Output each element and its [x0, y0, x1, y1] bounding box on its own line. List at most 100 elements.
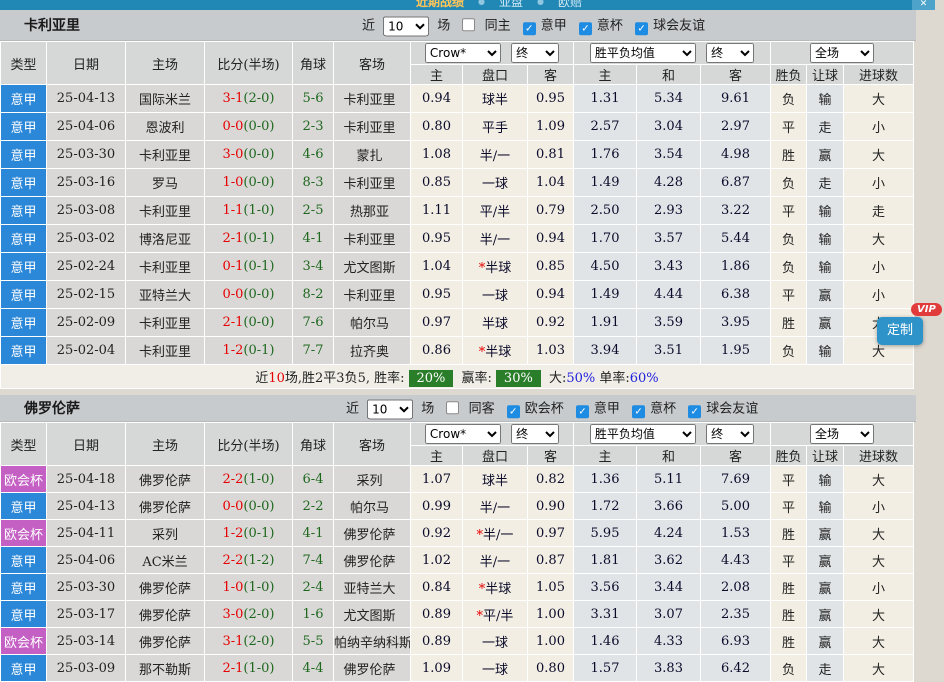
home-team[interactable]: 卡利亚里 [126, 141, 205, 169]
result-goals: 大 [844, 466, 914, 493]
league-checkbox[interactable]: ✓ [632, 405, 645, 418]
home-team[interactable]: 卡利亚里 [126, 197, 205, 225]
tab-euro-odds[interactable]: 欧赔 [558, 0, 582, 10]
recent-games-select[interactable]: 10 [383, 16, 429, 36]
bookmaker-select[interactable]: Crow* [425, 43, 501, 63]
home-team[interactable]: 卡利亚里 [126, 337, 205, 365]
match-date: 25-04-18 [47, 466, 126, 493]
home-team[interactable]: 罗马 [126, 169, 205, 197]
match-row: 意甲 25-04-13 佛罗伦萨 0-0(0-0) 2-2 帕尔马 0.99 半… [1, 493, 914, 520]
euro-odds-home: 1.91 [574, 309, 637, 337]
asian-handicap: 半球 [463, 309, 528, 337]
near-label: 近 [362, 18, 375, 33]
league-checkbox[interactable]: ✓ [507, 405, 520, 418]
away-team[interactable]: 佛罗伦萨 [334, 655, 411, 682]
asian-odds-home: 0.97 [411, 309, 463, 337]
scope-select[interactable]: 全场 [810, 43, 874, 63]
away-team[interactable]: 帕尔马 [334, 493, 411, 520]
tab-asian-handicap[interactable]: 亚盘 [499, 0, 523, 10]
home-team[interactable]: 亚特兰大 [126, 281, 205, 309]
home-team[interactable]: 卡利亚里 [126, 309, 205, 337]
asian-odds-away: 0.80 [528, 655, 574, 682]
home-team[interactable]: 博洛尼亚 [126, 225, 205, 253]
home-team[interactable]: 国际米兰 [126, 85, 205, 113]
euro-odds-away: 2.08 [701, 574, 771, 601]
match-date: 25-03-09 [47, 655, 126, 682]
home-team[interactable]: 那不勒斯 [126, 655, 205, 682]
avg-odds-select[interactable]: 胜平负均值 [590, 424, 696, 444]
asian-handicap: 一球 [463, 655, 528, 682]
home-team[interactable]: 采列 [126, 520, 205, 547]
euro-odds-away: 1.53 [701, 520, 771, 547]
home-team[interactable]: 佛罗伦萨 [126, 493, 205, 520]
away-team[interactable]: 尤文图斯 [334, 253, 411, 281]
home-team[interactable]: 佛罗伦萨 [126, 628, 205, 655]
final-odds-select[interactable]: 终 [511, 43, 559, 63]
league-checkbox[interactable]: ✓ [576, 405, 589, 418]
summary-single-label: 单率: [595, 371, 630, 386]
league-type-badge: 意甲 [1, 337, 47, 365]
bookmaker-select[interactable]: Crow* [425, 424, 501, 444]
away-team[interactable]: 帕尔马 [334, 309, 411, 337]
subcol-goals: 进球数 [844, 446, 914, 466]
final-odds-select[interactable]: 终 [511, 424, 559, 444]
away-team[interactable]: 卡利亚里 [334, 281, 411, 309]
home-team[interactable]: 佛罗伦萨 [126, 574, 205, 601]
away-team[interactable]: 蒙扎 [334, 141, 411, 169]
final-odds-select-2[interactable]: 终 [706, 424, 754, 444]
euro-odds-home: 1.57 [574, 655, 637, 682]
home-team[interactable]: AC米兰 [126, 547, 205, 574]
subcol-handicap: 盘口 [463, 65, 528, 85]
tab-recent-results[interactable]: 近期战绩 [416, 0, 464, 10]
summary-record-text: 场,胜2平3负5, 胜率: [285, 371, 405, 386]
same-venue-checkbox[interactable] [462, 18, 475, 31]
summary-big-rate: 50% [566, 371, 595, 386]
recent-games-select[interactable]: 10 [367, 399, 413, 419]
result-winlose: 胜 [771, 309, 807, 337]
league-label: 意杯 [597, 18, 623, 33]
away-team[interactable]: 卡利亚里 [334, 225, 411, 253]
euro-odds-draw: 5.34 [637, 85, 701, 113]
euro-odds-draw: 4.24 [637, 520, 701, 547]
close-icon[interactable]: ✕ [912, 0, 935, 10]
result-handicap: 走 [807, 169, 844, 197]
euro-odds-draw: 3.54 [637, 141, 701, 169]
scope-select[interactable]: 全场 [810, 424, 874, 444]
league-type-badge: 意甲 [1, 309, 47, 337]
customize-button[interactable]: 定制 [877, 317, 923, 345]
avg-odds-select[interactable]: 胜平负均值 [590, 43, 696, 63]
home-team[interactable]: 佛罗伦萨 [126, 466, 205, 493]
away-team[interactable]: 帕纳辛纳科斯1 [334, 628, 411, 655]
away-team[interactable]: 拉齐奥 [334, 337, 411, 365]
league-checkbox[interactable]: ✓ [635, 22, 648, 35]
col-header-home: 主场 [126, 42, 205, 85]
asian-handicap: 球半 [463, 85, 528, 113]
away-team[interactable]: 佛罗伦萨 [334, 520, 411, 547]
euro-odds-group-header: 胜平负均值 终 [574, 423, 771, 446]
away-team[interactable]: 采列 [334, 466, 411, 493]
league-checkbox[interactable]: ✓ [579, 22, 592, 35]
away-team[interactable]: 卡利亚里 [334, 85, 411, 113]
away-team[interactable]: 佛罗伦萨 [334, 547, 411, 574]
away-team[interactable]: 卡利亚里 [334, 169, 411, 197]
away-team[interactable]: 亚特兰大 [334, 574, 411, 601]
league-type-badge: 意甲 [1, 601, 47, 628]
away-team[interactable]: 尤文图斯 [334, 601, 411, 628]
score-halftime: 1-0(0-0) [205, 169, 293, 197]
euro-odds-away: 6.93 [701, 628, 771, 655]
final-odds-select-2[interactable]: 终 [706, 43, 754, 63]
home-team[interactable]: 佛罗伦萨 [126, 601, 205, 628]
away-team[interactable]: 卡利亚里 [334, 113, 411, 141]
subcol-handicap: 盘口 [463, 446, 528, 466]
league-checkbox[interactable]: ✓ [523, 22, 536, 35]
home-team[interactable]: 恩波利 [126, 113, 205, 141]
asian-odds-away: 0.79 [528, 197, 574, 225]
league-checkbox[interactable]: ✓ [688, 405, 701, 418]
result-winlose: 平 [771, 547, 807, 574]
home-team[interactable]: 卡利亚里 [126, 253, 205, 281]
asian-odds-home: 0.89 [411, 628, 463, 655]
subcol-winlose: 胜负 [771, 446, 807, 466]
corners: 4-1 [293, 520, 334, 547]
away-team[interactable]: 热那亚 [334, 197, 411, 225]
same-venue-checkbox[interactable] [446, 401, 459, 414]
